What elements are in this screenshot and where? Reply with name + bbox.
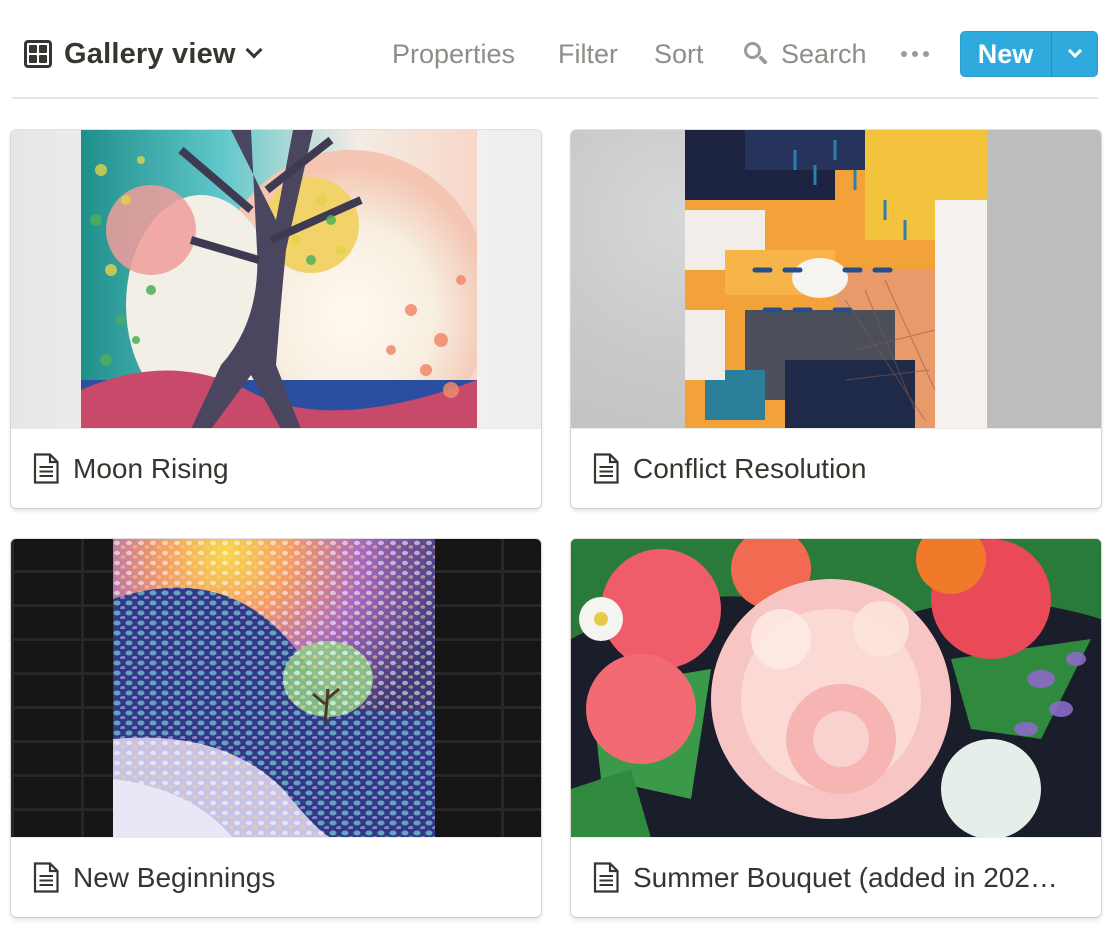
more-options-icon[interactable] xyxy=(901,34,929,74)
gallery-card[interactable]: Summer Bouquet (added in 202… xyxy=(571,539,1101,917)
card-title: Summer Bouquet (added in 202… xyxy=(633,861,1058,893)
search-icon xyxy=(744,42,768,66)
card-title-row: New Beginnings xyxy=(11,838,541,917)
card-title-row: Moon Rising xyxy=(11,429,541,508)
view-switcher[interactable]: Gallery view xyxy=(24,34,263,74)
filter-button[interactable]: Filter xyxy=(558,34,618,74)
new-dropdown-button[interactable] xyxy=(1052,31,1098,77)
page-icon xyxy=(593,862,619,893)
card-cover-image xyxy=(11,539,541,838)
gallery-card[interactable]: Conflict Resolution xyxy=(571,130,1101,508)
toolbar-divider xyxy=(12,97,1098,99)
sort-button[interactable]: Sort xyxy=(654,34,704,74)
card-title: Conflict Resolution xyxy=(633,452,867,484)
new-button[interactable]: New xyxy=(960,31,1051,77)
new-button-group: New xyxy=(960,31,1098,77)
properties-button[interactable]: Properties xyxy=(392,34,515,74)
chevron-down-icon xyxy=(245,41,263,59)
card-title-row: Conflict Resolution xyxy=(571,429,1101,508)
card-cover-image xyxy=(11,130,541,429)
card-cover-image xyxy=(571,539,1101,838)
search-label: Search xyxy=(781,39,867,69)
card-cover-image xyxy=(571,130,1101,429)
page-icon xyxy=(593,453,619,484)
page-icon xyxy=(33,453,59,484)
search-button[interactable]: Search xyxy=(744,34,867,74)
view-toolbar: Gallery view Properties Filter Sort Sear… xyxy=(0,0,1114,100)
card-title: Moon Rising xyxy=(73,452,229,484)
card-title: New Beginnings xyxy=(73,861,276,893)
gallery-card[interactable]: New Beginnings xyxy=(11,539,541,917)
chevron-down-icon xyxy=(1067,43,1083,59)
page-icon xyxy=(33,862,59,893)
gallery-grid-icon xyxy=(24,40,52,68)
view-name: Gallery view xyxy=(64,37,236,70)
gallery-card[interactable]: Moon Rising xyxy=(11,130,541,508)
card-title-row: Summer Bouquet (added in 202… xyxy=(571,838,1101,917)
